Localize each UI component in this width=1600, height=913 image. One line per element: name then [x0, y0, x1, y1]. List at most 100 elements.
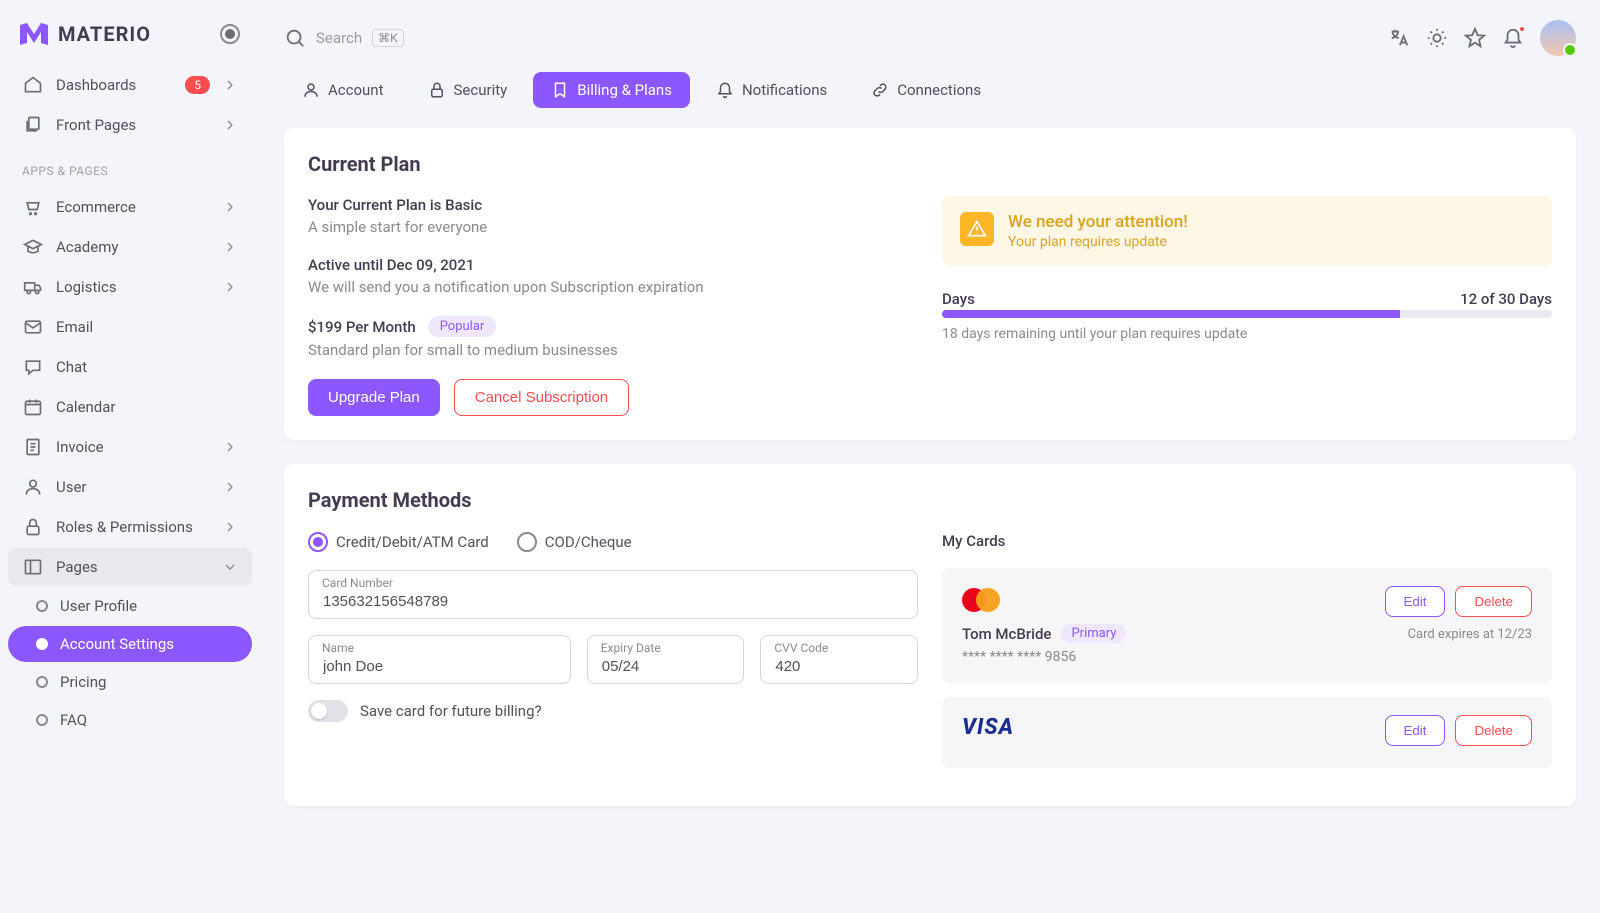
- cvv-field: CVV Code: [760, 635, 918, 684]
- nav-label: Logistics: [56, 278, 210, 296]
- save-card-toggle[interactable]: [308, 700, 348, 722]
- radio-cod[interactable]: COD/Cheque: [517, 532, 632, 552]
- tab-account[interactable]: Account: [284, 72, 402, 108]
- edit-card-button[interactable]: Edit: [1385, 586, 1446, 617]
- sidebar-item-logistics[interactable]: Logistics: [8, 268, 252, 306]
- saved-card: Tom McBride Primary **** **** **** 9856 …: [942, 568, 1552, 683]
- field-label: Name: [322, 641, 354, 655]
- sidebar-item-academy[interactable]: Academy: [8, 228, 252, 266]
- notification-dot: [1518, 25, 1526, 33]
- radio-label: Credit/Debit/ATM Card: [336, 533, 489, 551]
- tabs: Account Security Billing & Plans Notific…: [284, 72, 1576, 108]
- sub-item-pricing[interactable]: Pricing: [8, 664, 252, 700]
- plan-active-note: We will send you a notification upon Sub…: [308, 278, 918, 296]
- card-number-field: Card Number: [308, 570, 918, 619]
- copy-icon: [22, 115, 44, 135]
- sub-label: FAQ: [60, 711, 87, 729]
- save-card-label: Save card for future billing?: [360, 702, 542, 720]
- sidebar-item-invoice[interactable]: Invoice: [8, 428, 252, 466]
- user-icon: [22, 477, 44, 497]
- visa-icon: VISA: [962, 715, 1014, 740]
- plan-desc: A simple start for everyone: [308, 218, 918, 236]
- sub-label: Pricing: [60, 673, 106, 691]
- tab-connections[interactable]: Connections: [853, 72, 999, 108]
- main-content: Search ⌘K Account Security Billing & Pla…: [260, 0, 1600, 913]
- attention-alert: We need your attention! Your plan requir…: [942, 196, 1552, 266]
- bookmark-icon: [551, 81, 569, 99]
- tab-security[interactable]: Security: [410, 72, 526, 108]
- my-cards-title: My Cards: [942, 532, 1552, 550]
- sidebar-item-dashboards[interactable]: Dashboards 5: [8, 66, 252, 104]
- sidebar-item-chat[interactable]: Chat: [8, 348, 252, 386]
- sidebar-item-user[interactable]: User: [8, 468, 252, 506]
- alert-sub: Your plan requires update: [1008, 234, 1188, 250]
- popular-badge: Popular: [428, 316, 497, 337]
- language-icon[interactable]: [1388, 27, 1410, 49]
- sub-item-faq[interactable]: FAQ: [8, 702, 252, 738]
- link-icon: [871, 81, 889, 99]
- chevron-right-icon: [222, 479, 238, 495]
- chat-icon: [22, 357, 44, 377]
- lock-icon: [22, 517, 44, 537]
- progress-fill: [942, 310, 1400, 318]
- chevron-right-icon: [222, 117, 238, 133]
- sidebar-item-calendar[interactable]: Calendar: [8, 388, 252, 426]
- field-label: Card Number: [322, 576, 393, 590]
- nav-label: User: [56, 478, 210, 496]
- sidebar-item-pages[interactable]: Pages: [8, 548, 252, 586]
- radio-credit-card[interactable]: Credit/Debit/ATM Card: [308, 532, 489, 552]
- tab-billing[interactable]: Billing & Plans: [533, 72, 690, 108]
- delete-card-button[interactable]: Delete: [1455, 715, 1532, 746]
- sidebar-collapse-toggle[interactable]: [220, 24, 240, 44]
- cancel-subscription-button[interactable]: Cancel Subscription: [454, 379, 629, 416]
- dot-icon: [36, 676, 48, 688]
- sidebar-item-ecommerce[interactable]: Ecommerce: [8, 188, 252, 226]
- radio-icon: [517, 532, 537, 552]
- star-icon[interactable]: [1464, 27, 1486, 49]
- current-plan-card: Current Plan Your Current Plan is Basic …: [284, 128, 1576, 440]
- chevron-down-icon: [222, 559, 238, 575]
- pages-icon: [22, 557, 44, 577]
- alert-title: We need your attention!: [1008, 212, 1188, 232]
- section-title: APPS & PAGES: [8, 146, 252, 186]
- card-number-masked: **** **** **** 9856: [962, 649, 1126, 665]
- logo[interactable]: MATERIO: [8, 14, 252, 64]
- tab-notifications[interactable]: Notifications: [698, 72, 845, 108]
- logo-text: MATERIO: [58, 22, 151, 46]
- sub-label: Account Settings: [60, 635, 174, 653]
- primary-badge: Primary: [1061, 624, 1126, 643]
- upgrade-plan-button[interactable]: Upgrade Plan: [308, 379, 440, 416]
- nav-label: Front Pages: [56, 116, 210, 134]
- academy-icon: [22, 237, 44, 257]
- user-icon: [302, 81, 320, 99]
- radio-label: COD/Cheque: [545, 533, 632, 551]
- search[interactable]: Search ⌘K: [284, 27, 1380, 49]
- tab-label: Billing & Plans: [577, 81, 672, 99]
- sub-item-user-profile[interactable]: User Profile: [8, 588, 252, 624]
- delete-card-button[interactable]: Delete: [1455, 586, 1532, 617]
- sub-label: User Profile: [60, 597, 137, 615]
- sub-item-account-settings[interactable]: Account Settings: [8, 626, 252, 662]
- sidebar-item-front-pages[interactable]: Front Pages: [8, 106, 252, 144]
- search-shortcut: ⌘K: [372, 29, 404, 47]
- edit-card-button[interactable]: Edit: [1385, 715, 1446, 746]
- chevron-right-icon: [222, 519, 238, 535]
- nav-label: Chat: [56, 358, 238, 376]
- sidebar-item-roles[interactable]: Roles & Permissions: [8, 508, 252, 546]
- avatar[interactable]: [1540, 20, 1576, 56]
- sidebar-item-email[interactable]: Email: [8, 308, 252, 346]
- nav-label: Ecommerce: [56, 198, 210, 216]
- notification-icon[interactable]: [1502, 27, 1524, 49]
- mastercard-icon: [962, 586, 1006, 614]
- tab-label: Account: [328, 81, 384, 99]
- calendar-icon: [22, 397, 44, 417]
- card-title: Current Plan: [308, 152, 1552, 176]
- nav-label: Email: [56, 318, 238, 336]
- card-number-input[interactable]: [308, 570, 918, 619]
- search-icon: [284, 27, 306, 49]
- theme-icon[interactable]: [1426, 27, 1448, 49]
- truck-icon: [22, 277, 44, 297]
- logo-icon: [20, 23, 48, 45]
- name-field: Name: [308, 635, 571, 684]
- file-icon: [22, 437, 44, 457]
